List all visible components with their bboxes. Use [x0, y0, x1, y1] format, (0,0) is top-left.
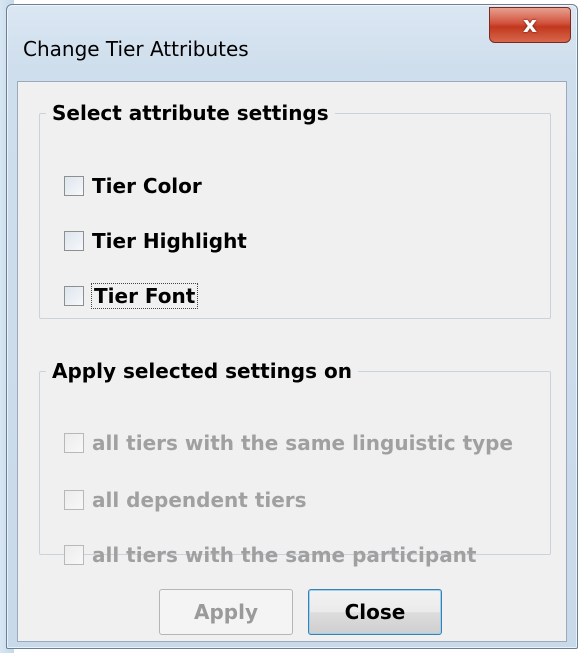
checkbox-box[interactable]	[64, 231, 84, 251]
dialog-window: Change Tier Attributes x Select attribut…	[6, 4, 578, 649]
checkbox-label: all tiers with the same participant	[92, 543, 477, 567]
dialog-content: Select attribute settings Tier Color Tie…	[17, 81, 567, 642]
window-close-button[interactable]: x	[489, 7, 571, 43]
checkbox-box[interactable]	[64, 545, 84, 565]
checkbox-box[interactable]	[64, 176, 84, 196]
close-button[interactable]: Close	[308, 589, 442, 635]
checkbox-label: Tier Highlight	[92, 229, 247, 253]
same-linguistic-type-checkbox[interactable]: all tiers with the same linguistic type	[64, 431, 513, 455]
apply-button[interactable]: Apply	[159, 589, 293, 635]
attribute-settings-group: Select attribute settings Tier Color Tie…	[39, 101, 551, 319]
apply-on-group: Apply selected settings on all tiers wit…	[39, 359, 551, 567]
checkbox-label: all tiers with the same linguistic type	[92, 431, 514, 455]
checkbox-label: Tier Font	[90, 283, 199, 309]
window-title: Change Tier Attributes	[23, 37, 249, 61]
tier-color-checkbox[interactable]: Tier Color	[64, 174, 202, 198]
tier-highlight-checkbox[interactable]: Tier Highlight	[64, 229, 247, 253]
checkbox-box[interactable]	[64, 433, 84, 453]
checkbox-label: Tier Color	[92, 174, 202, 198]
checkbox-label: all dependent tiers	[92, 488, 307, 512]
close-icon: x	[522, 12, 538, 38]
same-participant-checkbox[interactable]: all tiers with the same participant	[64, 543, 476, 567]
title-bar[interactable]: Change Tier Attributes x	[7, 5, 577, 81]
dependent-tiers-checkbox[interactable]: all dependent tiers	[64, 488, 307, 512]
checkbox-box[interactable]	[64, 286, 84, 306]
attribute-settings-legend: Select attribute settings	[52, 101, 329, 125]
apply-on-legend: Apply selected settings on	[52, 359, 352, 383]
checkbox-box[interactable]	[64, 490, 84, 510]
tier-font-checkbox[interactable]: Tier Font	[64, 283, 199, 309]
